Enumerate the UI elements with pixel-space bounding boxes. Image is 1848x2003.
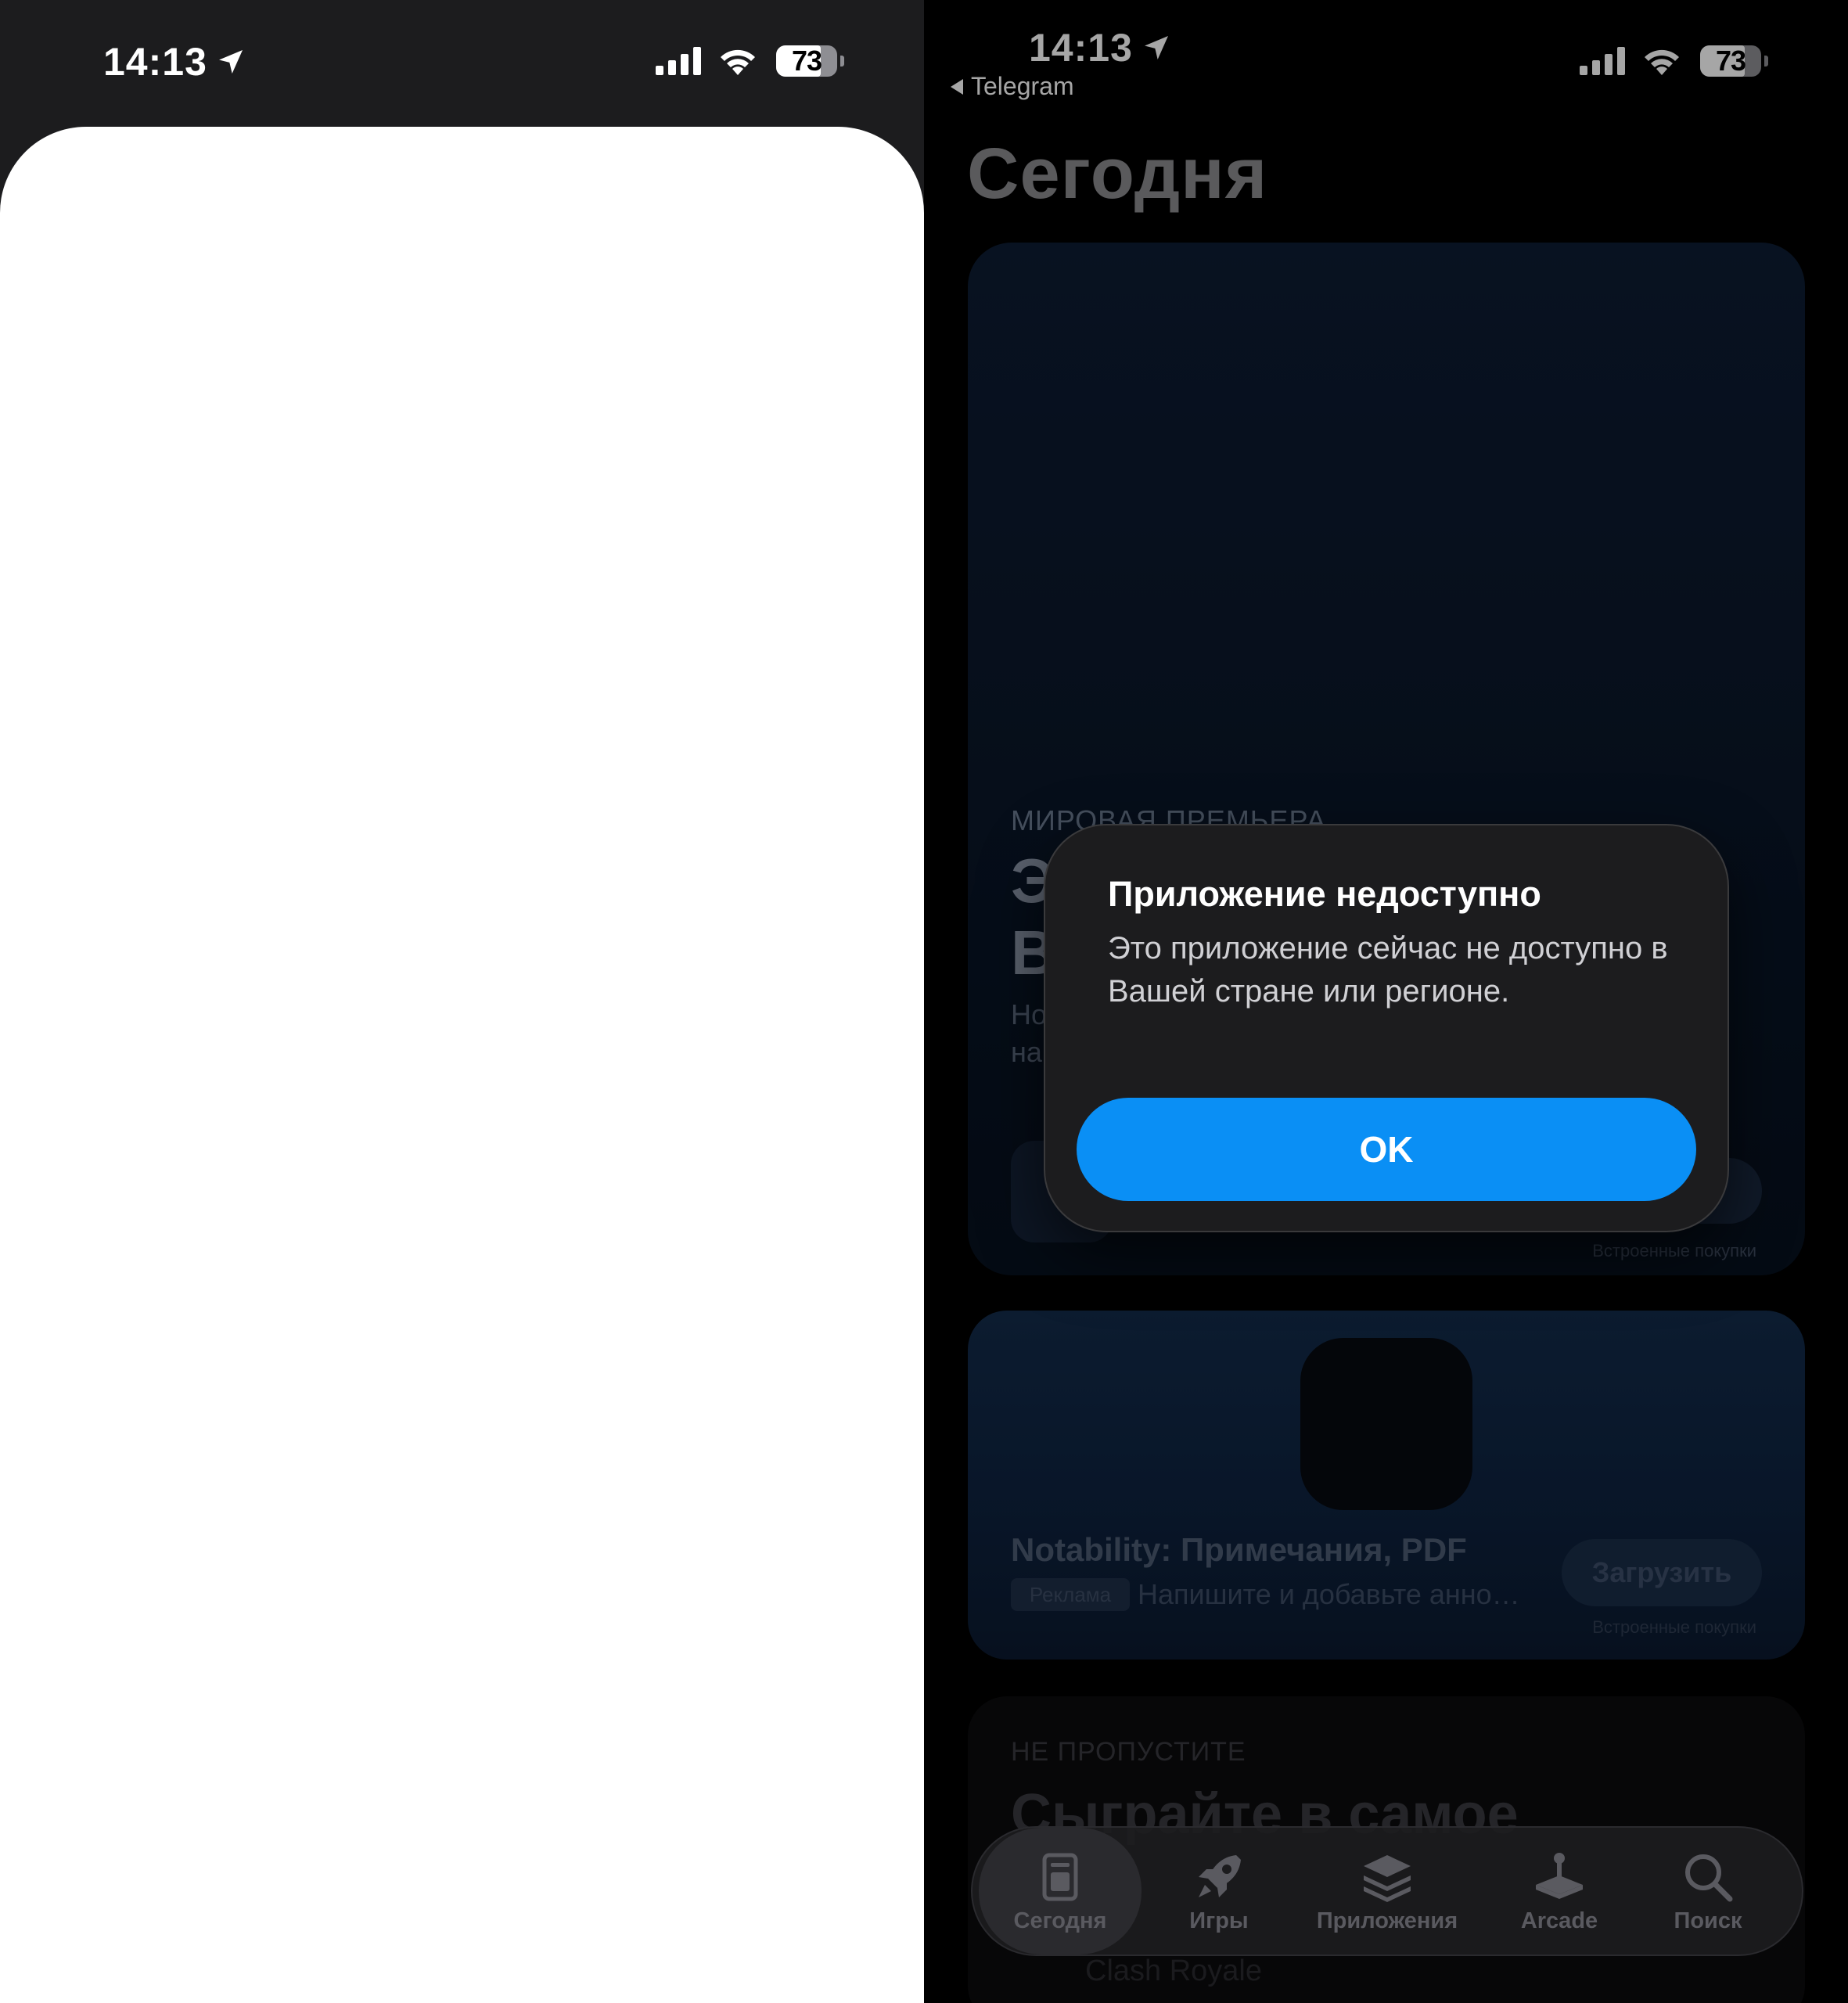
tab-today[interactable]: Сегодня <box>979 1828 1142 1954</box>
right-screen: 14:13 73 Telegram Сегодня МИРОВАЯ ПРЕМЬЕ… <box>924 0 1848 2003</box>
tab-games[interactable]: Игры <box>1152 1828 1285 1954</box>
battery-icon: 73 <box>776 45 844 77</box>
alert-message: Это приложение сейчас не доступно в Ваше… <box>1108 931 1668 1009</box>
today-icon <box>1042 1853 1078 1901</box>
joystick-icon <box>1536 1852 1583 1899</box>
tab-bar: Сегодня Игры Приложения Arcade Поиск <box>971 1826 1803 1956</box>
tab-label: Приложения <box>1316 1908 1458 1933</box>
location-arrow-icon <box>218 50 243 74</box>
rocket-icon <box>1199 1854 1241 1897</box>
ok-button[interactable]: OK <box>1077 1098 1696 1201</box>
app-unavailable-alert: Приложение недоступно Это приложение сей… <box>1044 824 1729 1232</box>
status-bar: 14:13 73 <box>0 0 924 125</box>
left-screen: 14:13 73 <box>0 0 924 2003</box>
tab-apps[interactable]: Приложения <box>1293 1828 1481 1954</box>
layers-icon <box>1364 1854 1411 1902</box>
tab-label: Arcade <box>1520 1908 1598 1933</box>
tab-label: Сегодня <box>1013 1908 1107 1933</box>
battery-percent: 73 <box>791 45 822 77</box>
search-icon <box>1685 1854 1733 1901</box>
alert-title: Приложение недоступно <box>1108 874 1541 914</box>
tab-label: Игры <box>1189 1908 1249 1933</box>
tab-arcade[interactable]: Arcade <box>1489 1828 1630 1954</box>
wifi-icon <box>721 49 755 75</box>
tab-search[interactable]: Поиск <box>1638 1828 1778 1954</box>
status-time: 14:13 <box>103 40 207 84</box>
cellular-signal-icon <box>656 47 701 75</box>
blank-sheet <box>0 127 924 2003</box>
tab-label: Поиск <box>1674 1908 1742 1933</box>
status-time-group: 14:13 <box>103 39 246 85</box>
status-icons: 73 <box>656 45 844 77</box>
